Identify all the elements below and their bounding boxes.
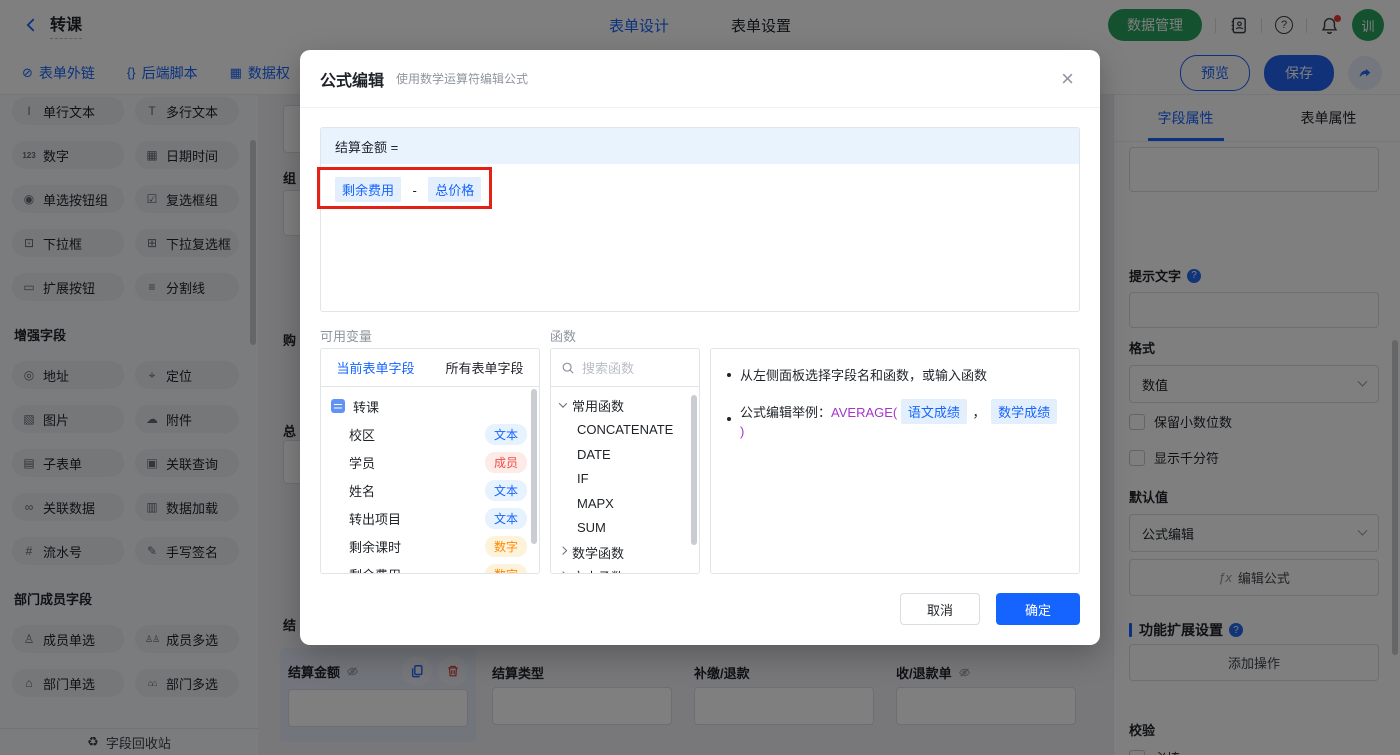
variable-name: 校区 <box>349 425 375 444</box>
form-designer-page: 转课 表单设计 表单设置 数据管理 训 ⊘ 表单外链 <box>0 0 1400 755</box>
function-group-label: 文本函数 <box>572 567 624 573</box>
tab-all-form-fields[interactable]: 所有表单字段 <box>430 349 539 386</box>
formula-field-chip[interactable]: 总价格 <box>428 177 481 202</box>
variables-scrollbar-thumb[interactable] <box>531 389 537 544</box>
help-text: 从左侧面板选择字段名和函数，或输入函数 <box>740 365 987 384</box>
formula-editor-modal: 公式编辑 使用数学运算符编辑公式 × 结算金额 = 剩余费用 - 总价格 可用变… <box>300 50 1100 645</box>
function-group[interactable]: 文本函数 <box>551 565 699 574</box>
variable-name: 姓名 <box>349 481 375 500</box>
variable-row[interactable]: 学员 成员 <box>321 448 539 476</box>
help-example: 公式编辑举例：AVERAGE( 语文成绩 ， 数学成绩 ) <box>740 399 1063 439</box>
function-group[interactable]: 常用函数 <box>551 393 699 418</box>
help-line-1: 从左侧面板选择字段名和函数，或输入函数 <box>727 365 1063 384</box>
modal-footer: 取消 确定 <box>900 593 1080 625</box>
function-item[interactable]: MAPX <box>551 491 699 516</box>
function-item[interactable]: CONCATENATE <box>551 418 699 443</box>
functions-label: 函数 <box>550 326 576 345</box>
chevron-right-icon <box>559 547 567 555</box>
confirm-button[interactable]: 确定 <box>996 593 1080 625</box>
formula-field-chip[interactable]: 剩余费用 <box>335 177 401 202</box>
variable-name: 剩余课时 <box>349 537 401 556</box>
bullet-icon <box>727 417 731 421</box>
modal-header: 公式编辑 使用数学运算符编辑公式 × <box>300 50 1100 108</box>
variable-row[interactable]: 剩余课时 数字 <box>321 532 539 560</box>
search-placeholder: 搜索函数 <box>582 358 634 377</box>
variable-row[interactable]: 转出项目 文本 <box>321 504 539 532</box>
modal-subtitle: 使用数学运算符编辑公式 <box>396 70 528 87</box>
variable-form-name: 转课 <box>353 397 379 416</box>
function-name: AVERAGE( <box>831 405 897 420</box>
help-example-prefix: 公式编辑举例： <box>740 405 831 420</box>
search-icon <box>561 361 575 375</box>
help-line-2: 公式编辑举例：AVERAGE( 语文成绩 ， 数学成绩 ) <box>727 399 1063 439</box>
functions-panel: 搜索函数 常用函数 CONCATENATEDATEIFMAPXSUM 数学函数文本函… <box>550 348 700 574</box>
variable-type-badge: 数字 <box>485 536 527 557</box>
chevron-right-icon <box>559 571 567 573</box>
bullet-icon <box>727 373 731 377</box>
form-doc-icon <box>331 399 345 413</box>
formula-help-panel: 从左侧面板选择字段名和函数，或输入函数 公式编辑举例：AVERAGE( 语文成绩… <box>710 348 1080 574</box>
function-group-label: 数学函数 <box>572 543 624 562</box>
variable-name: 转出项目 <box>349 509 401 528</box>
variables-label: 可用变量 <box>320 326 372 345</box>
example-separator: ， <box>973 405 986 420</box>
variable-type-badge: 数字 <box>485 564 527 574</box>
variable-form-row[interactable]: 转课 <box>321 392 539 420</box>
close-icon[interactable]: × <box>1061 68 1074 90</box>
variable-row[interactable]: 剩余费用 数字 <box>321 560 539 573</box>
variable-type-badge: 成员 <box>485 452 527 473</box>
function-close-paren: ) <box>740 424 744 439</box>
example-field-chip: 数学成绩 <box>991 399 1057 424</box>
variable-type-badge: 文本 <box>485 480 527 501</box>
modal-title: 公式编辑 <box>320 67 384 91</box>
variable-row[interactable]: 姓名 文本 <box>321 476 539 504</box>
variable-type-badge: 文本 <box>485 424 527 445</box>
example-field-chip: 语文成绩 <box>901 399 967 424</box>
cancel-button[interactable]: 取消 <box>900 593 980 625</box>
formula-editor[interactable]: 结算金额 = 剩余费用 - 总价格 <box>320 127 1080 312</box>
chevron-down-icon <box>559 400 567 408</box>
function-search[interactable]: 搜索函数 <box>551 349 699 387</box>
function-item[interactable]: SUM <box>551 516 699 541</box>
functions-tree: 常用函数 CONCATENATEDATEIFMAPXSUM 数学函数文本函数 <box>551 387 699 573</box>
variables-tabs: 当前表单字段 所有表单字段 <box>321 349 539 387</box>
variable-type-badge: 文本 <box>485 508 527 529</box>
function-item[interactable]: DATE <box>551 442 699 467</box>
variables-panel: 当前表单字段 所有表单字段 转课校区文本学员成员姓名文本转出项目文本剩余课时数字… <box>320 348 540 574</box>
function-item[interactable]: IF <box>551 467 699 492</box>
formula-expression[interactable]: 剩余费用 - 总价格 <box>321 164 1079 215</box>
formula-target: 结算金额 = <box>321 128 1079 164</box>
variables-list: 转课校区文本学员成员姓名文本转出项目文本剩余课时数字剩余费用数字总价格数字 <box>321 387 539 573</box>
variable-row[interactable]: 校区 文本 <box>321 420 539 448</box>
function-group[interactable]: 数学函数 <box>551 540 699 565</box>
formula-operator: - <box>412 183 416 198</box>
functions-scrollbar-thumb[interactable] <box>691 395 697 545</box>
variable-name: 剩余费用 <box>349 565 401 574</box>
tab-current-form-fields[interactable]: 当前表单字段 <box>321 349 430 386</box>
function-group-label: 常用函数 <box>572 396 624 415</box>
variable-name: 学员 <box>349 453 375 472</box>
